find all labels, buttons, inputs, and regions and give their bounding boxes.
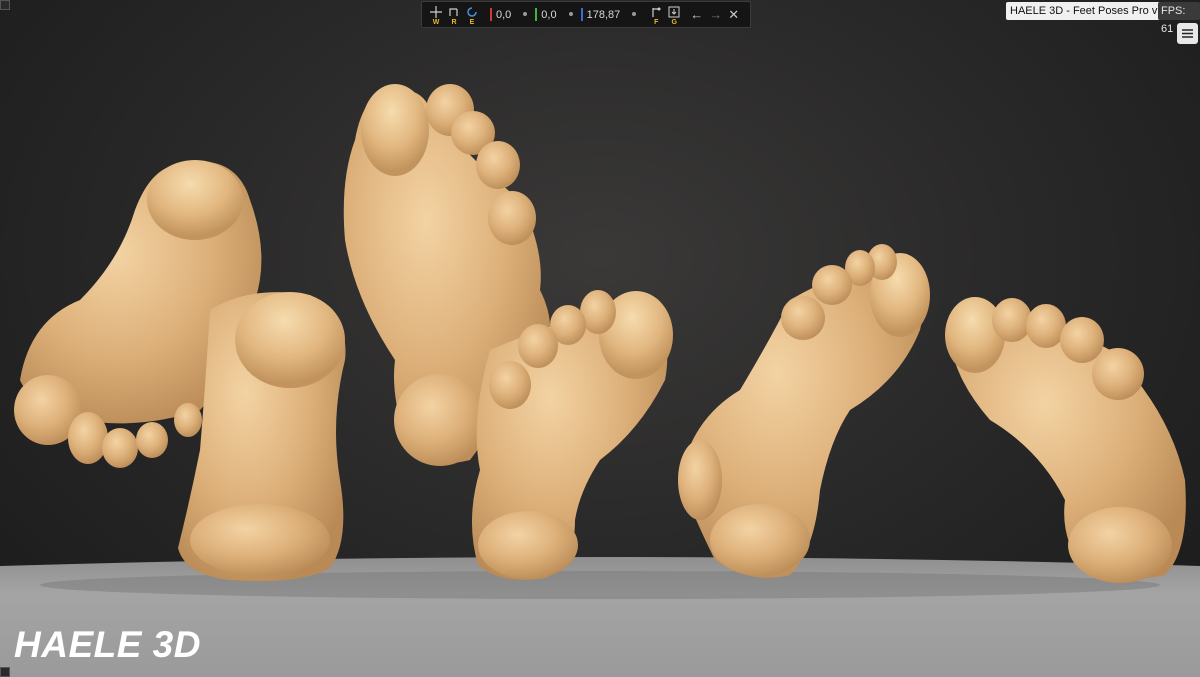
corner-handle-top-left[interactable] (0, 0, 10, 10)
brand-watermark: HAELE 3D (14, 624, 201, 665)
rotate-icon (449, 7, 458, 16)
z-axis-marker (580, 8, 583, 21)
move-icon (430, 5, 442, 18)
rotate-tool-button[interactable]: R (446, 3, 462, 27)
scale-icon (467, 6, 477, 17)
link-icon (567, 9, 575, 21)
hamburger-icon (1182, 29, 1193, 38)
scale-key-label: E (469, 18, 475, 26)
translate-key-label: W (432, 18, 440, 26)
translate-tool-button[interactable]: W (428, 3, 444, 27)
rotate-key-label: R (451, 18, 457, 26)
scene-render[interactable] (0, 0, 1200, 677)
x-value: 0,0 (496, 8, 512, 21)
arrow-right-icon[interactable]: → (709, 7, 722, 22)
foot-6 (945, 297, 1186, 583)
y-value: 0,0 (541, 8, 557, 21)
z-value: 178,87 (586, 8, 621, 21)
scale-tool-button[interactable]: E (464, 3, 480, 27)
fps-counter: FPS: 61 (1158, 2, 1200, 35)
corner-handle-bottom-left[interactable] (0, 667, 10, 677)
drop-to-ground-icon (668, 6, 680, 17)
menu-button[interactable] (1177, 23, 1198, 44)
ground-button[interactable]: G (666, 3, 682, 27)
focus-icon (652, 7, 661, 17)
ground-key-label: G (671, 18, 677, 26)
foot-5 (678, 244, 930, 578)
coord-z[interactable]: 178,87 (580, 8, 621, 21)
focus-key-label: F (654, 18, 659, 26)
coord-y[interactable]: 0,0 (535, 8, 557, 21)
arrow-left-icon[interactable]: ← (690, 7, 703, 22)
close-icon[interactable]: ✕ (728, 7, 739, 23)
transform-toolbar: W R E 0,0 0,0 178,87 F G ← → ✕ (421, 1, 751, 28)
link-icon (521, 9, 529, 21)
link-icon (630, 9, 638, 21)
focus-button[interactable]: F (648, 3, 664, 27)
3d-viewport[interactable]: W R E 0,0 0,0 178,87 F G ← → ✕ HAELE 3D … (0, 0, 1200, 677)
x-axis-marker (490, 8, 492, 21)
y-axis-marker (535, 8, 538, 21)
app-title: HAELE 3D - Feet Poses Pro v132 (1006, 2, 1180, 20)
coord-x[interactable]: 0,0 (490, 8, 511, 21)
